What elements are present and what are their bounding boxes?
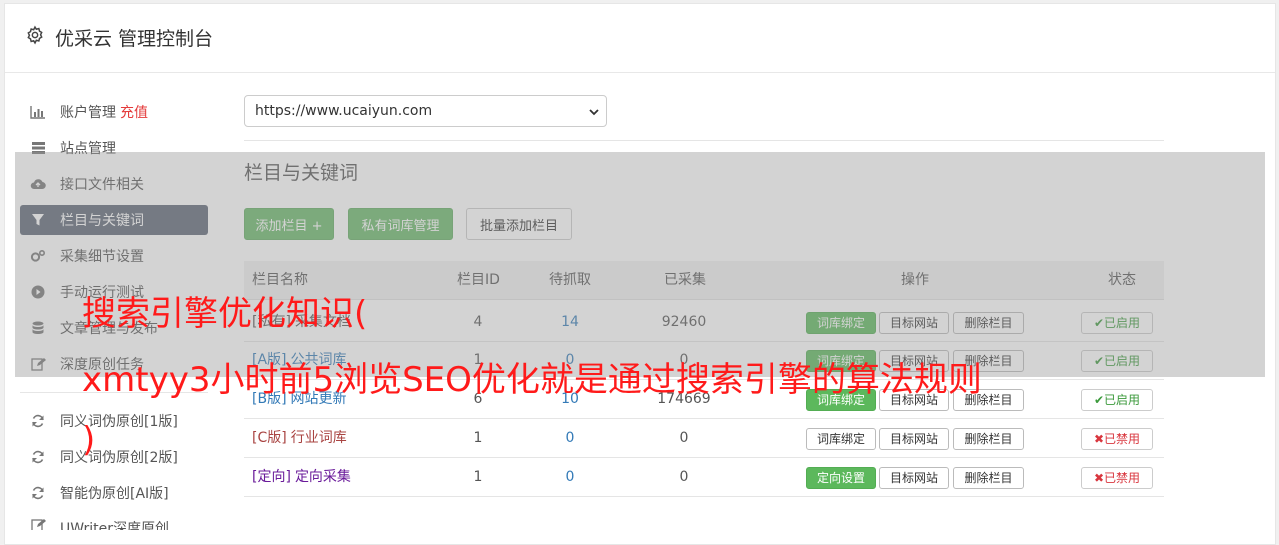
pending-count[interactable]: 0 xyxy=(534,458,606,496)
delete-column-button[interactable]: 删除栏目 xyxy=(953,467,1024,489)
pending-count[interactable]: 0 xyxy=(534,419,606,457)
column-name-text: 行业词库 xyxy=(290,430,347,446)
bar-chart-icon xyxy=(30,104,46,120)
page-title: 优采云 管理控制台 xyxy=(55,28,214,50)
site-select[interactable]: https://www.ucaiyun.com xyxy=(244,95,607,127)
sidebar-item-ai-rewrite[interactable]: 智能伪原创[AI版] xyxy=(20,478,208,508)
collected-count: 0 xyxy=(679,469,689,485)
target-site-button[interactable]: 目标网站 xyxy=(879,428,949,450)
sidebar-item-label: 同义词伪原创[1版] xyxy=(60,414,178,430)
delete-column-button[interactable]: 删除栏目 xyxy=(953,428,1024,450)
table-row: [C版] 行业词库 1 0 0 词库绑定 目标网站 删除栏目 ✖已禁用 xyxy=(244,419,1164,458)
refresh-icon xyxy=(30,413,46,429)
column-tag: [C版] xyxy=(252,430,287,446)
column-name-text: 定向采集 xyxy=(294,469,351,485)
column-id: 1 xyxy=(473,469,483,485)
column-id: 1 xyxy=(473,430,483,446)
bind-dict-button[interactable]: 词库绑定 xyxy=(806,428,876,450)
sidebar-item-synonym-v2[interactable]: 同义词伪原创[2版] xyxy=(20,442,208,472)
site-select-value: https://www.ucaiyun.com xyxy=(255,103,433,119)
collected-count: 0 xyxy=(679,430,689,446)
divider xyxy=(244,140,1164,141)
recharge-link[interactable]: 充值 xyxy=(120,102,148,122)
sidebar-item-label: 账户管理 xyxy=(60,105,116,121)
column-name[interactable]: [定向] 定向采集 xyxy=(252,458,351,496)
chevron-down-icon xyxy=(589,109,599,116)
refresh-icon xyxy=(30,485,46,501)
table-row: [定向] 定向采集 1 0 0 定向设置 目标网站 删除栏目 ✖已禁用 xyxy=(244,458,1164,497)
gear-icon xyxy=(27,25,43,45)
overlay-banner xyxy=(15,152,1265,377)
sidebar-item-label: UWriter深度原创 xyxy=(60,521,169,530)
sidebar-item-label: 智能伪原创[AI版] xyxy=(60,486,169,502)
sidebar-item-label: 同义词伪原创[2版] xyxy=(60,450,178,466)
overlay-text-line3: ) xyxy=(82,420,96,460)
sidebar-item-account[interactable]: 账户管理 充值 xyxy=(20,97,208,127)
sidebar-item-uwriter[interactable]: UWriter深度原创 xyxy=(20,514,208,530)
panel-header: 优采云 管理控制台 xyxy=(5,4,1275,73)
bind-dict-button[interactable]: 定向设置 xyxy=(806,467,876,489)
column-name[interactable]: [C版] 行业词库 xyxy=(252,419,347,457)
refresh-icon xyxy=(30,449,46,465)
column-tag: [定向] xyxy=(252,469,291,485)
sidebar-item-synonym-v1[interactable]: 同义词伪原创[1版] xyxy=(20,406,208,436)
overlay-text-line1: 搜索引擎优化知识( xyxy=(82,294,368,334)
status-badge[interactable]: ✔已启用 xyxy=(1081,389,1153,411)
status-badge[interactable]: ✖已禁用 xyxy=(1081,428,1153,450)
edit-icon xyxy=(30,517,46,530)
overlay-text-line2: xmtyy3小时前5浏览SEO优化就是通过搜索引擎的算法规则 xyxy=(82,360,982,400)
target-site-button[interactable]: 目标网站 xyxy=(879,467,949,489)
status-badge[interactable]: ✖已禁用 xyxy=(1081,467,1153,489)
